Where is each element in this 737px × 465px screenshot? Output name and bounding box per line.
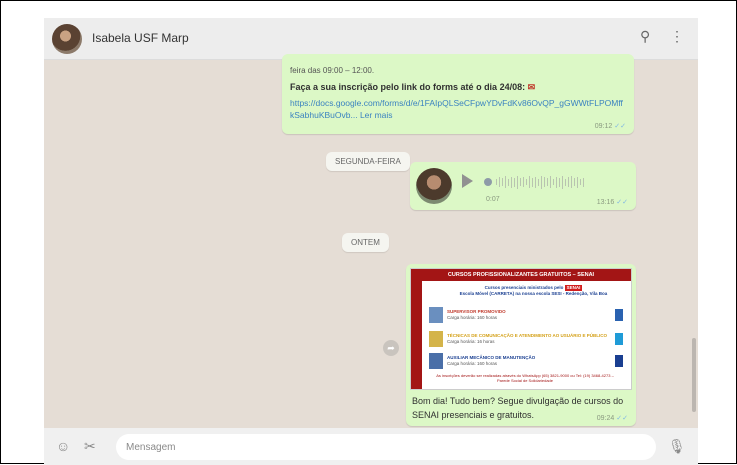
message-bold-text: Faça a sua inscrição pelo link do forms … <box>290 82 526 92</box>
flyer-title: CURSOS PROFISSIONALIZANTES GRATUITOS – S… <box>411 269 631 281</box>
envelope-icon: ✉ <box>527 82 536 92</box>
play-icon[interactable] <box>462 174 473 188</box>
microphone-icon[interactable]: 🎙 <box>668 438 686 455</box>
compose-bar: ☺ ✂ 🎙 <box>44 428 698 465</box>
partner-logo-icon <box>615 309 623 321</box>
partner-logo-icon <box>615 333 623 345</box>
image-message-bubble[interactable]: CURSOS PROFISSIONALIZANTES GRATUITOS – S… <box>406 264 636 426</box>
course-hours: Carga horária: 16 horas <box>447 339 495 344</box>
voice-message-bubble[interactable]: 0:07 13:16 ✓✓ <box>410 162 636 210</box>
course-flyer-image[interactable]: CURSOS PROFISSIONALIZANTES GRATUITOS – S… <box>410 268 632 390</box>
contact-avatar[interactable] <box>52 24 82 54</box>
audio-waveform[interactable] <box>484 175 620 189</box>
message-time: 09:24 <box>596 415 615 422</box>
forms-link[interactable]: https://docs.google.com/forms/d/e/1FAIpQ… <box>290 98 623 120</box>
sender-avatar <box>416 168 452 204</box>
message-text: feira das 09:00 – 12:00. <box>290 66 375 75</box>
screenshot-frame: Isabela USF Marp ⚲ ⋮ feira das 09:00 – 1… <box>0 0 737 465</box>
search-icon[interactable]: ⚲ <box>640 28 650 45</box>
course-photo <box>429 331 443 347</box>
menu-icon[interactable]: ⋮ <box>670 28 684 45</box>
course-title: SUPERVISOR PROMOVIDO <box>447 309 506 314</box>
course-hours: Carga horária: 160 horas <box>447 315 498 320</box>
read-more-link[interactable]: Ler mais <box>360 110 393 120</box>
flyer-course-item: SUPERVISOR PROMOVIDO Carga horária: 160 … <box>429 307 629 323</box>
message-area: feira das 09:00 – 12:00. Faça a sua insc… <box>44 54 698 426</box>
flyer-subtitle-2: Escola Móvel (CARRETA) na nossa escola S… <box>459 291 608 296</box>
flyer-subtitle: Cursos presenciais ministrados pelo <box>484 285 564 290</box>
emoji-icon[interactable]: ☺ <box>56 438 70 454</box>
course-photo <box>429 353 443 369</box>
course-photo <box>429 307 443 323</box>
forward-icon[interactable]: ➦ <box>383 340 399 356</box>
attach-icon[interactable]: ✂ <box>84 438 96 455</box>
message-input[interactable] <box>116 434 656 460</box>
double-check-icon: ✓✓ <box>616 415 628 422</box>
voice-duration: 0:07 <box>486 196 500 203</box>
whatsapp-window: Isabela USF Marp ⚲ ⋮ feira das 09:00 – 1… <box>44 18 698 465</box>
date-separator: ONTEM <box>342 233 389 252</box>
course-title: TÉCNICAS DE COMUNICAÇÃO E ATENDIMENTO AO… <box>447 333 608 338</box>
course-hours: Carga horária: 160 horas <box>447 361 498 366</box>
flyer-footer: As inscrições deverão ser realizadas atr… <box>436 373 614 383</box>
contact-name[interactable]: Isabela USF Marp <box>92 31 189 45</box>
playback-handle[interactable] <box>484 178 492 186</box>
message-time: 13:16 <box>596 199 615 206</box>
flyer-course-item: AUXILIAR MECÂNICO DE MANUTENÇÃO Carga ho… <box>429 353 629 369</box>
double-check-icon: ✓✓ <box>614 123 626 130</box>
message-time: 09:12 <box>594 123 613 130</box>
double-check-icon: ✓✓ <box>616 199 628 206</box>
partner-logo-icon <box>615 355 623 367</box>
chat-scrollbar[interactable] <box>692 338 696 412</box>
flyer-course-item: TÉCNICAS DE COMUNICAÇÃO E ATENDIMENTO AO… <box>429 331 629 347</box>
message-bubble-outgoing[interactable]: feira das 09:00 – 12:00. Faça a sua insc… <box>282 54 634 134</box>
flyer-sidebar <box>411 281 422 389</box>
date-separator: SEGUNDA-FEIRA <box>326 152 410 171</box>
course-title: AUXILIAR MECÂNICO DE MANUTENÇÃO <box>447 355 536 360</box>
